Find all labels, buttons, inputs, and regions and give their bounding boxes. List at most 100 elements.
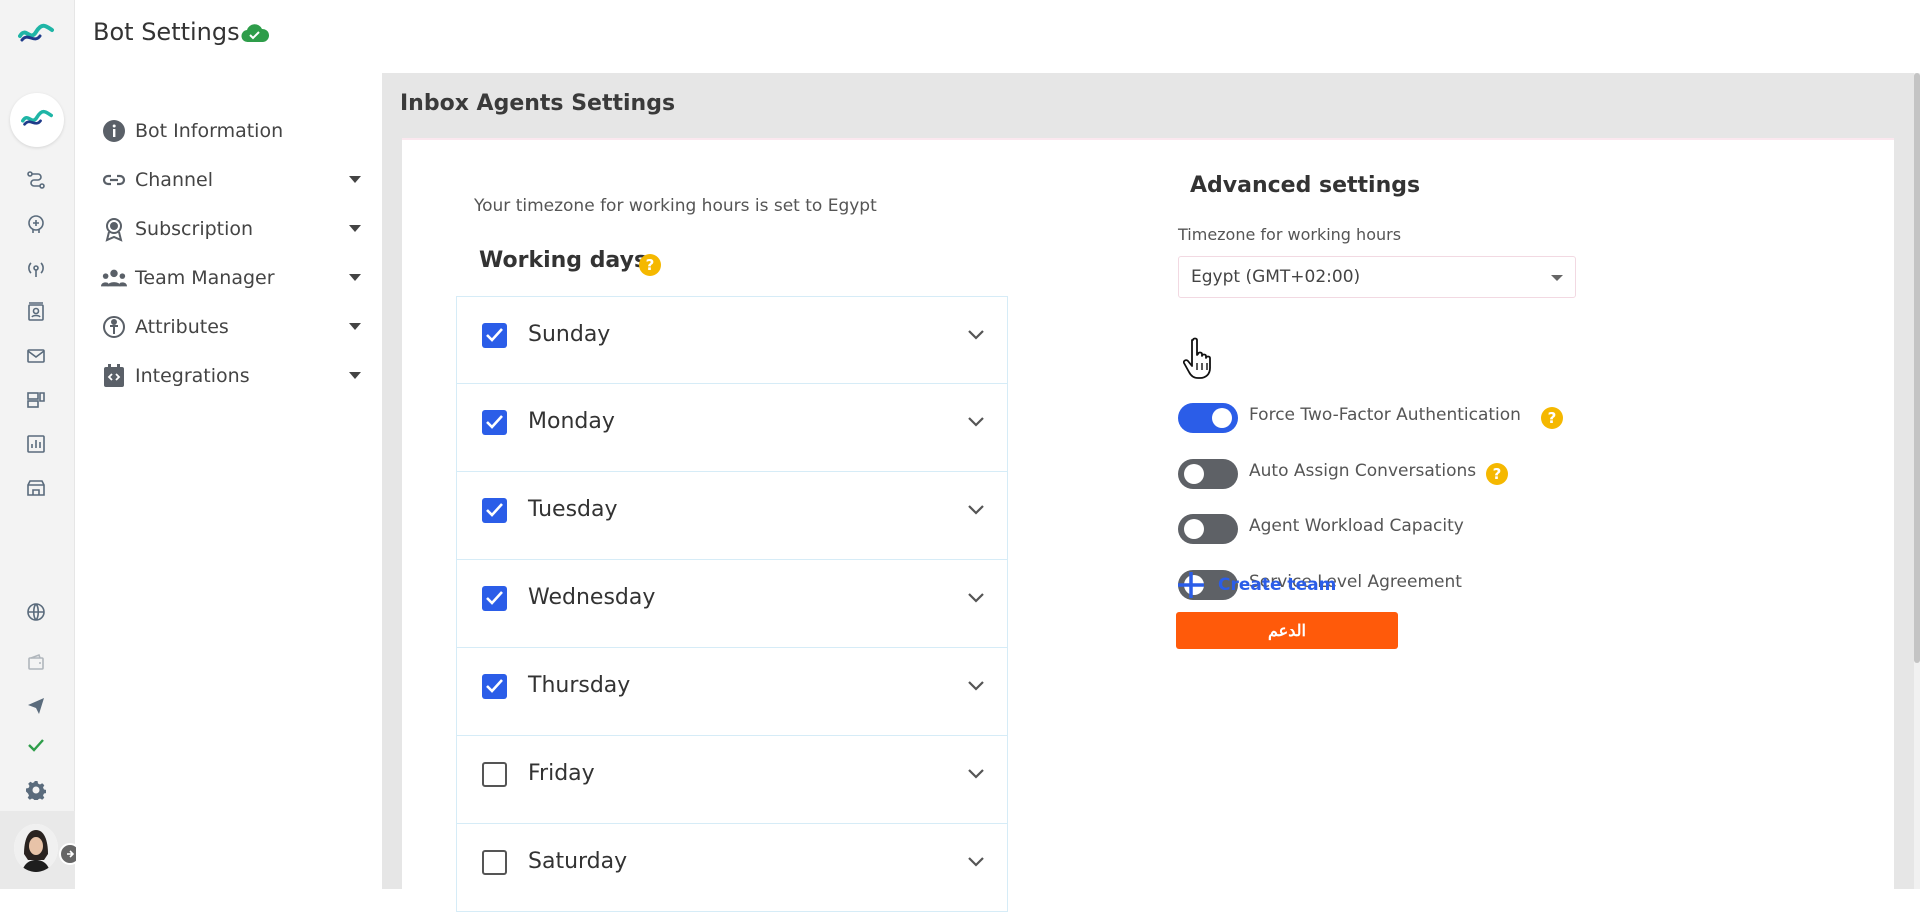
brand-logo[interactable] [18, 22, 54, 46]
scrollbar-thumb[interactable] [1914, 73, 1920, 663]
auto-assign-toggle[interactable] [1178, 459, 1238, 489]
nav-item-integrations[interactable]: Integrations [101, 360, 361, 392]
nav-label: Integrations [135, 365, 250, 387]
store-icon[interactable] [24, 476, 48, 500]
day-row-monday[interactable]: Monday [456, 384, 1008, 472]
icon-rail [0, 0, 81, 889]
workspace-logo-button[interactable] [10, 93, 64, 147]
day-checkbox[interactable] [482, 323, 507, 348]
nav-label: Attributes [135, 316, 229, 338]
day-checkbox[interactable] [482, 586, 507, 611]
chevron-down-icon[interactable] [967, 416, 985, 428]
top-header: Bot Settings [76, 0, 1920, 73]
day-label: Saturday [528, 849, 628, 874]
caret-down-icon [1551, 275, 1563, 281]
day-label: Tuesday [528, 497, 618, 522]
nav-label: Subscription [135, 218, 254, 240]
help-icon[interactable]: ? [639, 254, 661, 276]
day-label: Sunday [528, 322, 611, 347]
toggle-label: Force Two-Factor Authentication [1249, 405, 1521, 425]
timezone-select[interactable]: Egypt (GMT+02:00) [1178, 256, 1576, 298]
settings-card: Your timezone for working hours is set t… [402, 138, 1894, 912]
caret-down-icon [349, 176, 361, 183]
day-label: Monday [528, 409, 615, 434]
chevron-down-icon[interactable] [967, 856, 985, 868]
day-row-thursday[interactable]: Thursday [456, 648, 1008, 736]
day-checkbox[interactable] [482, 850, 507, 875]
globe-icon[interactable] [24, 600, 48, 624]
timezone-select-value: Egypt (GMT+02:00) [1191, 267, 1361, 287]
caret-down-icon [349, 323, 361, 330]
chevron-down-icon[interactable] [967, 768, 985, 780]
code-icon [101, 363, 127, 389]
working-days-title: Working days [479, 248, 648, 273]
brain-icon[interactable] [24, 212, 48, 236]
page-scrollbar[interactable] [1914, 73, 1920, 889]
day-checkbox[interactable] [482, 410, 507, 435]
timezone-note: Your timezone for working hours is set t… [474, 196, 877, 216]
help-icon[interactable]: ? [1541, 407, 1563, 429]
section-title: Inbox Agents Settings [400, 91, 676, 116]
analytics-icon[interactable] [24, 432, 48, 456]
toggle-row-workload: Agent Workload Capacity [1178, 512, 1698, 544]
team-icon [101, 265, 127, 291]
chevron-down-icon[interactable] [967, 504, 985, 516]
toggle-label: Auto Assign Conversations [1249, 461, 1477, 481]
contacts-icon[interactable] [24, 300, 48, 324]
toggle-knob [1184, 464, 1204, 484]
toggle-label: Agent Workload Capacity [1249, 516, 1464, 536]
mail-icon[interactable] [24, 344, 48, 368]
nav-item-team-manager[interactable]: Team Manager [101, 262, 361, 294]
flow-icon[interactable] [24, 168, 48, 192]
person-icon [101, 314, 127, 340]
working-days-list: Sunday Monday Tuesday Wednesday Thursday [456, 296, 1008, 912]
plus-icon [1178, 572, 1204, 598]
check-icon[interactable] [24, 733, 48, 757]
two-factor-toggle[interactable] [1178, 403, 1238, 433]
caret-down-icon [349, 225, 361, 232]
main-panel: Inbox Agents Settings Your timezone for … [382, 73, 1914, 912]
hand-cursor-icon [1183, 337, 1211, 379]
nav-label: Channel [135, 169, 214, 191]
day-row-sunday[interactable]: Sunday [456, 296, 1008, 384]
workload-capacity-toggle[interactable] [1178, 514, 1238, 544]
nav-label: Team Manager [135, 267, 275, 289]
caret-down-icon [349, 372, 361, 379]
toggle-knob [1184, 519, 1204, 539]
nav-item-attributes[interactable]: Attributes [101, 311, 361, 343]
chevron-down-icon[interactable] [967, 592, 985, 604]
day-row-friday[interactable]: Friday [456, 736, 1008, 824]
nav-item-subscription[interactable]: Subscription [101, 213, 361, 245]
nav-item-channel[interactable]: Channel [101, 164, 361, 196]
day-checkbox[interactable] [482, 674, 507, 699]
cloud-check-icon [241, 24, 269, 43]
avatar[interactable] [14, 824, 58, 872]
day-label: Friday [528, 761, 595, 786]
send-icon[interactable] [24, 693, 48, 717]
toggle-row-two-factor: Force Two-Factor Authentication ? [1178, 401, 1698, 433]
toggle-knob [1212, 408, 1232, 428]
caret-down-icon [349, 274, 361, 281]
create-team-button[interactable]: Create team [1176, 570, 1336, 600]
chevron-down-icon[interactable] [967, 680, 985, 692]
day-label: Wednesday [528, 585, 656, 610]
day-row-saturday[interactable]: Saturday [456, 824, 1008, 912]
day-row-wednesday[interactable]: Wednesday [456, 560, 1008, 648]
day-checkbox[interactable] [482, 762, 507, 787]
settings-icon[interactable] [24, 778, 48, 802]
broadcast-icon[interactable] [24, 256, 48, 280]
chevron-down-icon[interactable] [967, 329, 985, 341]
day-row-tuesday[interactable]: Tuesday [456, 472, 1008, 560]
create-team-label: Create team [1218, 575, 1337, 595]
templates-icon[interactable] [24, 388, 48, 412]
help-icon[interactable]: ? [1486, 463, 1508, 485]
day-checkbox[interactable] [482, 498, 507, 523]
nav-item-bot-information[interactable]: Bot Information [101, 115, 361, 147]
wallet-icon[interactable] [24, 650, 48, 674]
timezone-label: Timezone for working hours [1178, 225, 1402, 244]
nav-label: Bot Information [135, 120, 284, 142]
page-title: Bot Settings [93, 18, 240, 46]
info-icon [101, 118, 127, 144]
support-button[interactable]: الدعم [1176, 612, 1398, 649]
award-icon [101, 216, 127, 242]
